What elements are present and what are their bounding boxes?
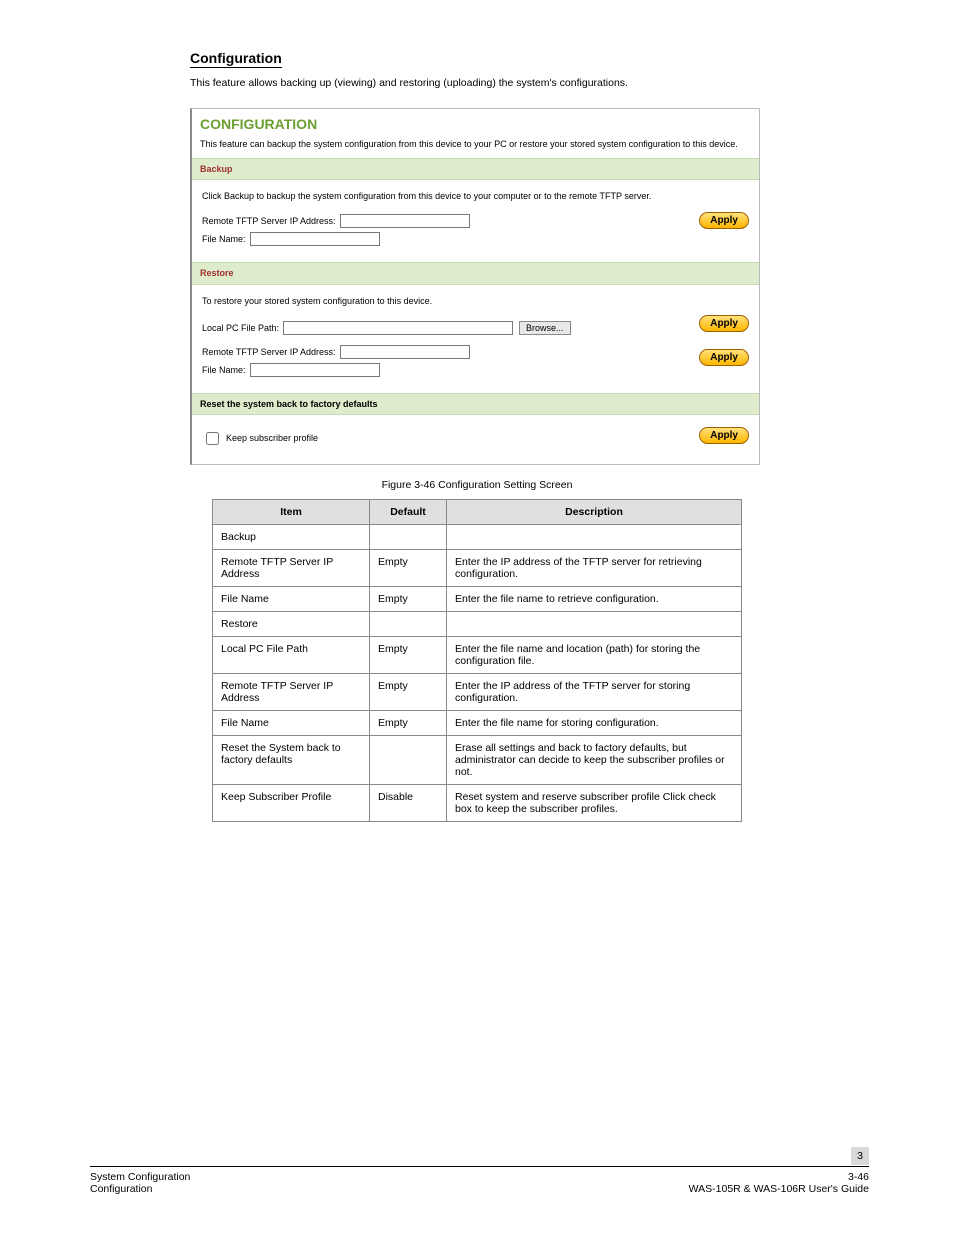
page-number-box: 3: [851, 1147, 869, 1165]
cell-default: [370, 524, 447, 549]
restore-apply-button-1[interactable]: Apply: [699, 315, 749, 332]
restore-local-input[interactable]: [283, 321, 513, 335]
panel-title: CONFIGURATION: [192, 109, 759, 136]
cell-item: Remote TFTP Server IP Address: [213, 673, 370, 710]
cell-item: Remote TFTP Server IP Address: [213, 549, 370, 586]
table-row: Reset the System back to factory default…: [213, 735, 742, 784]
footer-right-1: 3-46: [689, 1171, 869, 1183]
backup-tftp-label: Remote TFTP Server IP Address:: [202, 215, 336, 227]
cell-default: Empty: [370, 586, 447, 611]
table-row: Local PC File PathEmptyEnter the file na…: [213, 636, 742, 673]
cell-item: Restore: [213, 611, 370, 636]
browse-button[interactable]: Browse...: [519, 321, 571, 335]
th-description: Description: [447, 499, 742, 524]
restore-local-label: Local PC File Path:: [202, 322, 279, 334]
cell-default: Disable: [370, 784, 447, 821]
reset-block: Apply Keep subscriber profile: [192, 415, 759, 464]
restore-bar: Restore: [192, 262, 759, 284]
cell-item: File Name: [213, 710, 370, 735]
cell-item: Reset the System back to factory default…: [213, 735, 370, 784]
panel-intro: This feature can backup the system confi…: [192, 136, 759, 158]
backup-desc: Click Backup to backup the system config…: [202, 190, 749, 202]
cell-description: Enter the IP address of the TFTP server …: [447, 673, 742, 710]
table-row: Restore: [213, 611, 742, 636]
restore-tftp-input[interactable]: [340, 345, 470, 359]
figure-caption: Figure 3-46 Configuration Setting Screen: [90, 479, 864, 491]
backup-file-label: File Name:: [202, 233, 246, 245]
table-row: File NameEmptyEnter the file name for st…: [213, 710, 742, 735]
cell-default: Empty: [370, 549, 447, 586]
table-row: Backup: [213, 524, 742, 549]
footer-left-1: System Configuration: [90, 1171, 190, 1183]
backup-block: Click Backup to backup the system config…: [192, 180, 759, 262]
backup-bar: Backup: [192, 158, 759, 180]
section-description: This feature allows backing up (viewing)…: [190, 76, 750, 90]
cell-description: Enter the IP address of the TFTP server …: [447, 549, 742, 586]
section-heading: Configuration: [190, 50, 282, 68]
footer-right-2: WAS-105R & WAS-106R User's Guide: [689, 1183, 869, 1195]
cell-default: Empty: [370, 673, 447, 710]
cell-default: Empty: [370, 636, 447, 673]
cell-description: Erase all settings and back to factory d…: [447, 735, 742, 784]
reset-bar: Reset the system back to factory default…: [192, 393, 759, 415]
restore-file-label: File Name:: [202, 364, 246, 376]
restore-desc: To restore your stored system configurat…: [202, 295, 749, 307]
cell-item: File Name: [213, 586, 370, 611]
th-item: Item: [213, 499, 370, 524]
cell-description: Enter the file name to retrieve configur…: [447, 586, 742, 611]
cell-default: [370, 611, 447, 636]
page-footer: System Configuration Configuration 3-46 …: [90, 1166, 869, 1195]
cell-description: [447, 611, 742, 636]
table-row: Keep Subscriber ProfileDisableReset syst…: [213, 784, 742, 821]
restore-file-input[interactable]: [250, 363, 380, 377]
cell-description: [447, 524, 742, 549]
cell-description: Reset system and reserve subscriber prof…: [447, 784, 742, 821]
backup-tftp-input[interactable]: [340, 214, 470, 228]
reset-apply-button[interactable]: Apply: [699, 427, 749, 444]
restore-apply-button-2[interactable]: Apply: [699, 349, 749, 366]
cell-item: Keep Subscriber Profile: [213, 784, 370, 821]
backup-file-input[interactable]: [250, 232, 380, 246]
cell-description: Enter the file name and location (path) …: [447, 636, 742, 673]
table-row: Remote TFTP Server IP AddressEmptyEnter …: [213, 549, 742, 586]
cell-default: [370, 735, 447, 784]
keep-subscriber-label: Keep subscriber profile: [226, 432, 318, 444]
restore-block: To restore your stored system configurat…: [192, 285, 759, 393]
cell-item: Backup: [213, 524, 370, 549]
table-row: File NameEmptyEnter the file name to ret…: [213, 586, 742, 611]
restore-tftp-label: Remote TFTP Server IP Address:: [202, 346, 336, 358]
cell-description: Enter the file name for storing configur…: [447, 710, 742, 735]
table-row: Remote TFTP Server IP AddressEmptyEnter …: [213, 673, 742, 710]
keep-subscriber-checkbox[interactable]: [206, 432, 219, 445]
configuration-panel: CONFIGURATION This feature can backup th…: [190, 108, 760, 465]
cell-default: Empty: [370, 710, 447, 735]
spec-table: Item Default Description BackupRemote TF…: [212, 499, 742, 822]
footer-left-2: Configuration: [90, 1183, 190, 1195]
backup-apply-button[interactable]: Apply: [699, 212, 749, 229]
th-default: Default: [370, 499, 447, 524]
cell-item: Local PC File Path: [213, 636, 370, 673]
